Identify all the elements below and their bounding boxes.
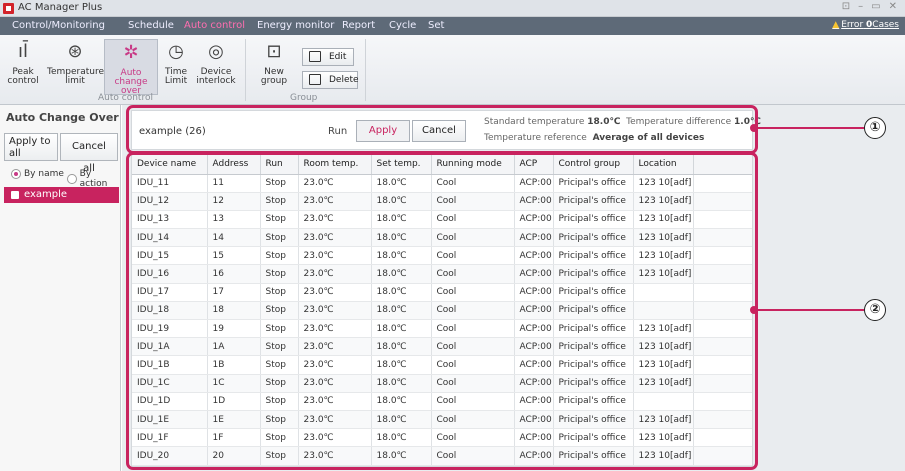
device-interlock-button[interactable]: ◎ Device interlock bbox=[196, 41, 236, 86]
delete-icon bbox=[309, 74, 321, 85]
group-group-label: Group bbox=[290, 93, 318, 103]
radio-indicator[interactable] bbox=[67, 174, 77, 184]
callout-frame-1 bbox=[126, 105, 758, 154]
edit-button[interactable]: Edit bbox=[302, 48, 354, 66]
radio-by-name[interactable]: By name bbox=[11, 169, 64, 179]
group-icon bbox=[11, 191, 19, 199]
minimize-icon[interactable]: – bbox=[858, 1, 863, 12]
menu-control-monitoring[interactable]: Control/Monitoring bbox=[12, 20, 105, 31]
menu-cycle[interactable]: Cycle bbox=[389, 20, 416, 31]
new-group-icon: ⊡ bbox=[266, 41, 282, 62]
sidebar: Auto Change Over Apply to all Cancel all … bbox=[0, 105, 121, 471]
interlock-icon: ◎ bbox=[208, 41, 224, 62]
callout-line-1 bbox=[756, 127, 864, 129]
auto-control-group-label: Auto control bbox=[98, 93, 153, 103]
main-menu: Control/Monitoring Schedule Auto control… bbox=[0, 17, 905, 35]
menu-report[interactable]: Report bbox=[342, 20, 375, 31]
sidebar-title: Auto Change Over bbox=[6, 111, 119, 124]
radio-indicator[interactable] bbox=[11, 169, 21, 179]
ribbon-toolbar: ıl̄ Peak control ⊛ Temperature limit ✲ A… bbox=[0, 35, 905, 105]
menu-set[interactable]: Set bbox=[428, 20, 444, 31]
callout-number-2: ② bbox=[864, 299, 886, 321]
warning-icon: ▲ bbox=[832, 20, 840, 30]
maximize-icon[interactable]: ▭ bbox=[871, 1, 880, 12]
clock-icon: ◷ bbox=[168, 41, 184, 62]
radio-by-action[interactable]: By action bbox=[67, 169, 120, 189]
title-bar: AC Manager Plus ⊡ – ▭ ✕ bbox=[0, 0, 905, 17]
peak-control-icon: ıl̄ bbox=[17, 41, 28, 62]
time-limit-button[interactable]: ◷ Time Limit bbox=[161, 41, 191, 86]
ribbon-separator bbox=[245, 39, 246, 101]
delete-button[interactable]: Delete bbox=[302, 71, 359, 89]
app-logo-icon bbox=[3, 3, 14, 14]
callout-number-1: ① bbox=[864, 117, 886, 139]
callout-frame-2 bbox=[126, 152, 758, 470]
menu-auto-control[interactable]: Auto control bbox=[184, 20, 245, 31]
menu-energy-monitor[interactable]: Energy monitor bbox=[257, 20, 334, 31]
peak-control-button[interactable]: ıl̄ Peak control bbox=[6, 41, 40, 86]
thermometer-icon: ⊛ bbox=[67, 41, 83, 62]
cancel-all-button[interactable]: Cancel all bbox=[60, 133, 118, 174]
edit-icon bbox=[309, 51, 321, 62]
restore-icon[interactable]: ⊡ bbox=[842, 1, 850, 12]
callout-line-2 bbox=[756, 309, 864, 311]
window-controls: ⊡ – ▭ ✕ bbox=[842, 1, 897, 12]
apply-to-all-button[interactable]: Apply to all bbox=[4, 133, 58, 161]
new-group-button[interactable]: ⊡ New group bbox=[251, 41, 297, 86]
ribbon-separator bbox=[365, 39, 366, 101]
window-title: AC Manager Plus bbox=[18, 2, 103, 13]
auto-change-over-button[interactable]: ✲ Auto change over bbox=[104, 39, 158, 96]
temperature-limit-button[interactable]: ⊛ Temperature limit bbox=[47, 41, 104, 86]
auto-change-over-icon: ✲ bbox=[123, 42, 139, 63]
close-icon[interactable]: ✕ bbox=[889, 1, 897, 12]
menu-schedule[interactable]: Schedule bbox=[128, 20, 174, 31]
error-link[interactable]: ▲ Error 0Cases bbox=[832, 20, 899, 30]
tree-item-example[interactable]: example bbox=[4, 187, 119, 203]
